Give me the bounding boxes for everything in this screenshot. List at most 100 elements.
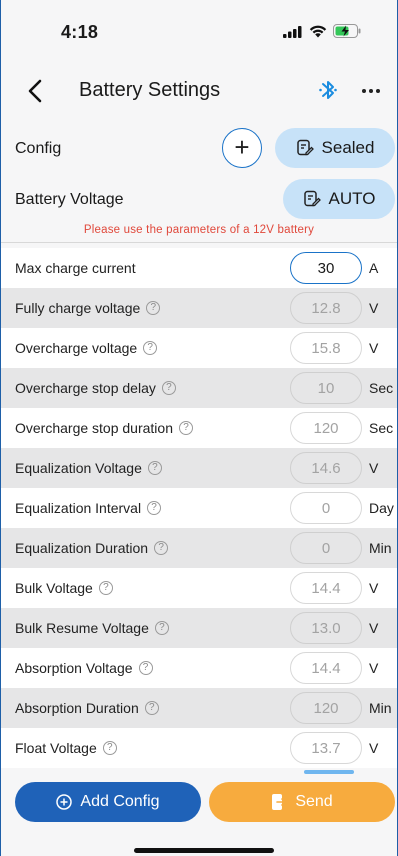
help-icon[interactable]: ? <box>102 741 117 755</box>
send-label: Send <box>295 793 333 810</box>
param-row: Equalization Voltage? 14.6 V <box>1 448 397 488</box>
page-title: Battery Settings <box>79 79 221 101</box>
edit-doc-icon <box>303 190 321 207</box>
param-row: Float Voltage? 13.7 V <box>1 728 397 768</box>
param-label-text: Bulk Resume Voltage <box>15 620 149 636</box>
param-unit: V <box>369 620 379 636</box>
param-unit: V <box>369 460 379 476</box>
back-button[interactable] <box>21 76 51 106</box>
parameter-list: Max charge current 30 A Fully charge vol… <box>1 248 397 772</box>
battery-voltage-select[interactable]: AUTO <box>283 179 395 219</box>
help-icon[interactable]: ? <box>143 341 158 355</box>
help-icon[interactable]: ? <box>161 381 176 395</box>
param-input[interactable]: 13.7 <box>290 732 362 764</box>
param-label-text: Absorption Voltage <box>15 660 133 676</box>
param-input[interactable]: 0 <box>290 532 362 564</box>
nav-bar: Battery Settings <box>1 62 397 120</box>
param-input[interactable]: 0 <box>290 492 362 524</box>
param-input[interactable]: 10 <box>290 372 362 404</box>
param-label-text: Fully charge voltage <box>15 300 141 316</box>
param-label-text: Bulk Voltage <box>15 580 93 596</box>
param-unit: Min <box>369 700 392 716</box>
help-icon[interactable]: ? <box>98 581 113 595</box>
add-config-button[interactable]: Add Config <box>15 782 201 822</box>
param-input[interactable]: 15.8 <box>290 332 362 364</box>
plus-icon: + <box>234 132 250 162</box>
param-label: Equalization Duration? <box>15 540 169 556</box>
help-icon[interactable]: ? <box>154 621 169 635</box>
param-label: Overcharge stop delay? <box>15 380 176 396</box>
param-label-text: Overcharge voltage <box>15 340 138 356</box>
param-label: Bulk Resume Voltage? <box>15 620 169 636</box>
param-unit: V <box>369 660 379 676</box>
param-label: Equalization Voltage? <box>15 460 162 476</box>
preset-label: Sealed <box>321 138 375 157</box>
battery-voltage-value: AUTO <box>328 189 376 208</box>
help-icon[interactable]: ? <box>178 421 193 435</box>
add-config-label: Add Config <box>80 793 160 810</box>
signal-icon <box>283 25 303 43</box>
param-label: Max charge current <box>15 260 136 276</box>
voltage-warning: Please use the parameters of a 12V batte… <box>83 224 315 236</box>
param-row: Bulk Voltage? 14.4 V <box>1 568 397 608</box>
config-section: Config + Sealed Battery Voltage AUTO Ple… <box>1 120 397 242</box>
status-bar: 4:18 <box>1 0 397 62</box>
param-unit: Min <box>369 540 392 556</box>
help-icon[interactable]: ? <box>147 501 162 515</box>
param-row: Overcharge stop delay? 10 Sec <box>1 368 397 408</box>
param-unit: A <box>369 260 379 276</box>
param-input[interactable]: 30 <box>290 252 362 284</box>
home-indicator <box>134 848 274 853</box>
help-icon[interactable]: ? <box>147 461 162 475</box>
param-label: Overcharge stop duration? <box>15 420 193 436</box>
bluetooth-icon[interactable] <box>317 77 339 103</box>
status-time: 4:18 <box>61 22 99 42</box>
param-label: Absorption Duration? <box>15 700 159 716</box>
send-icon <box>272 794 287 810</box>
param-row: Equalization Duration? 0 Min <box>1 528 397 568</box>
param-label: Overcharge voltage? <box>15 340 158 356</box>
param-label: Equalization Interval? <box>15 500 162 516</box>
divider <box>1 242 397 243</box>
param-row: Overcharge stop duration? 120 Sec <box>1 408 397 448</box>
param-label-text: Equalization Interval <box>15 500 142 516</box>
param-row: Fully charge voltage? 12.8 V <box>1 288 397 328</box>
param-row: Overcharge voltage? 15.8 V <box>1 328 397 368</box>
wifi-icon <box>309 25 327 43</box>
param-input[interactable]: 14.4 <box>290 652 362 684</box>
param-label: Float Voltage? <box>15 740 117 756</box>
add-preset-button[interactable]: + <box>222 128 262 168</box>
param-unit: V <box>369 580 379 596</box>
param-label: Bulk Voltage? <box>15 580 113 596</box>
preset-select-button[interactable]: Sealed <box>275 128 395 168</box>
param-row: Absorption Duration? 120 Min <box>1 688 397 728</box>
help-icon[interactable]: ? <box>138 661 153 675</box>
param-label-text: Equalization Voltage <box>15 460 142 476</box>
more-icon[interactable] <box>359 84 383 96</box>
send-button[interactable]: Send <box>209 782 395 822</box>
param-label: Absorption Voltage? <box>15 660 153 676</box>
param-input[interactable]: 120 <box>290 412 362 444</box>
battery-charging-icon <box>333 24 361 43</box>
param-unit: Day <box>369 500 394 516</box>
param-input[interactable]: 120 <box>290 692 362 724</box>
config-label: Config <box>15 140 62 157</box>
help-icon[interactable]: ? <box>144 701 159 715</box>
param-unit: V <box>369 300 379 316</box>
param-label-text: Float Voltage <box>15 740 97 756</box>
param-input[interactable]: 13.0 <box>290 612 362 644</box>
param-input[interactable]: 14.6 <box>290 452 362 484</box>
app-frame: 4:18 Battery Settings Config + Sealed Ba… <box>0 0 398 856</box>
param-label-text: Overcharge stop delay <box>15 380 156 396</box>
param-unit: V <box>369 340 379 356</box>
param-label-text: Absorption Duration <box>15 700 139 716</box>
chevron-left-icon <box>28 79 42 103</box>
param-input[interactable]: 14.4 <box>290 572 362 604</box>
help-icon[interactable]: ? <box>146 301 161 315</box>
param-input[interactable]: 12.8 <box>290 292 362 324</box>
help-icon[interactable]: ? <box>154 541 169 555</box>
param-unit: V <box>369 740 379 756</box>
param-label-text: Overcharge stop duration <box>15 420 173 436</box>
param-label-text: Max charge current <box>15 260 136 276</box>
param-unit: Sec <box>369 420 394 436</box>
